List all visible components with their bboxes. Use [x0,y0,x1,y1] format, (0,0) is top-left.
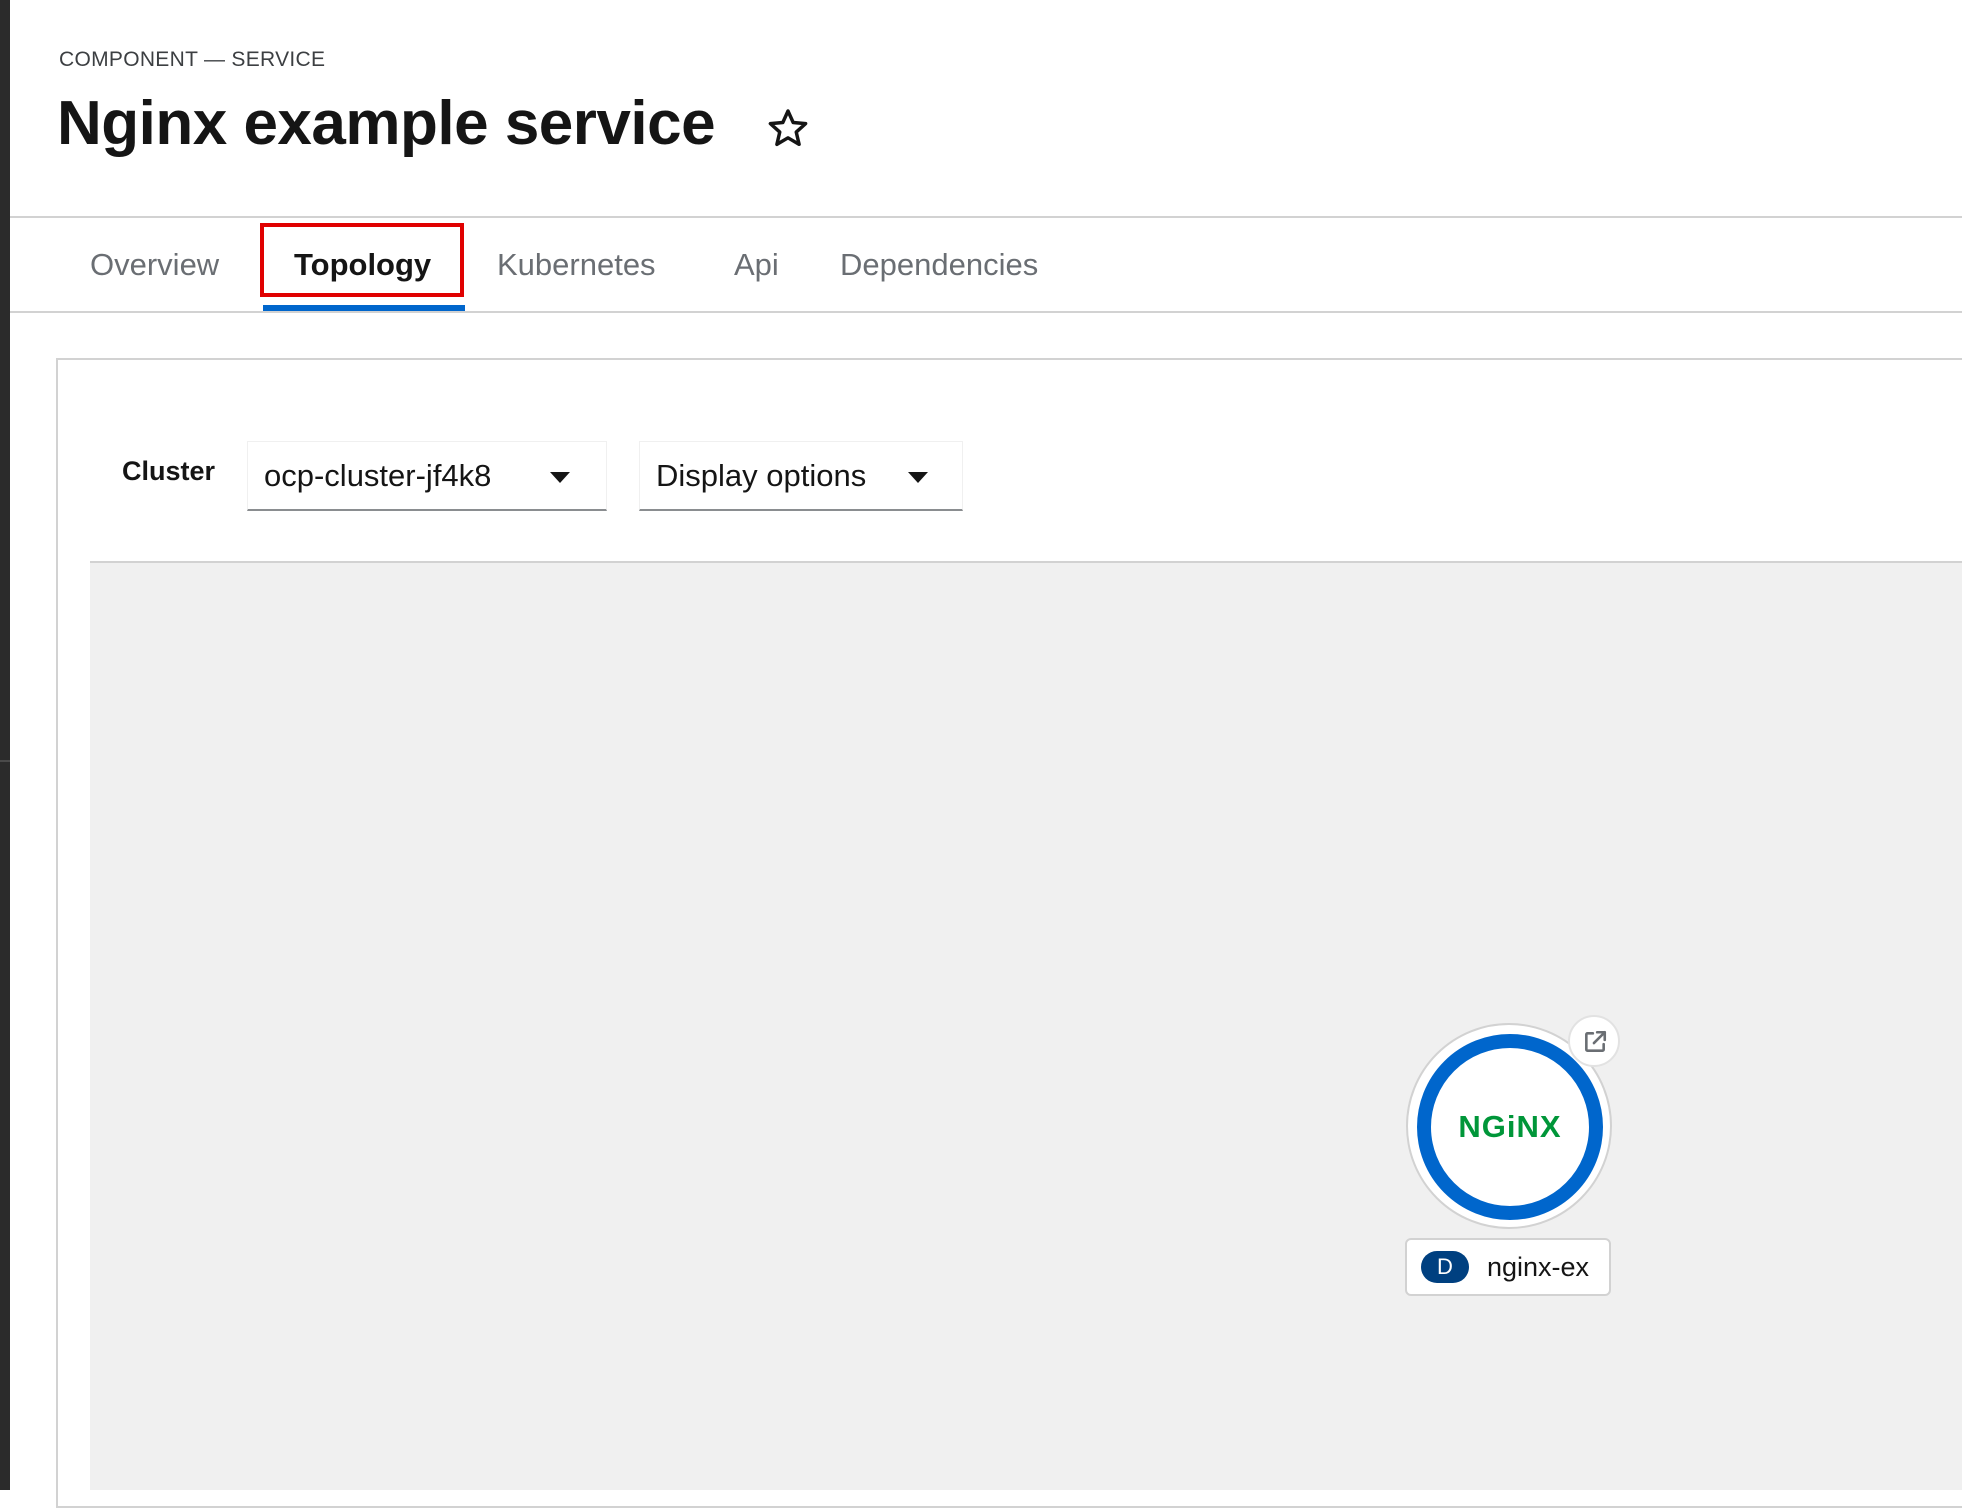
external-link-icon [1585,1030,1607,1052]
tabs-divider [10,311,1962,313]
tab-topology[interactable]: Topology [294,218,431,312]
caret-down-icon [550,472,570,483]
page-title: Nginx example service [57,89,716,158]
tab-bar: Overview Topology Kubernetes Api Depende… [10,218,1962,312]
cluster-label: Cluster [122,456,216,486]
node-label[interactable]: D nginx-ex [1405,1238,1611,1296]
cluster-select[interactable]: ocp-cluster-jf4k8 [247,441,607,511]
star-icon [768,109,808,147]
node-name: nginx-ex [1487,1252,1590,1282]
caret-down-icon [908,472,928,483]
node-status-ring: NGiNX [1417,1034,1603,1220]
cluster-select-value: ocp-cluster-jf4k8 [264,458,492,493]
tab-overview[interactable]: Overview [90,218,219,312]
breadcrumb: COMPONENT — SERVICE [59,48,326,71]
favorite-star-button[interactable] [765,106,811,152]
tab-dependencies[interactable]: Dependencies [840,218,1038,312]
display-options-label: Display options [656,458,867,493]
nginx-logo: NGiNX [1458,1109,1562,1144]
tab-api[interactable]: Api [734,218,779,312]
open-url-button[interactable] [1568,1015,1620,1067]
page-header: COMPONENT — SERVICE Nginx example servic… [10,0,1962,216]
window-left-edge [0,0,10,1490]
topology-canvas[interactable] [90,561,1962,1490]
deployment-kind-badge: D [1421,1251,1469,1283]
display-options-select[interactable]: Display options [639,441,963,511]
tab-kubernetes[interactable]: Kubernetes [497,218,656,312]
